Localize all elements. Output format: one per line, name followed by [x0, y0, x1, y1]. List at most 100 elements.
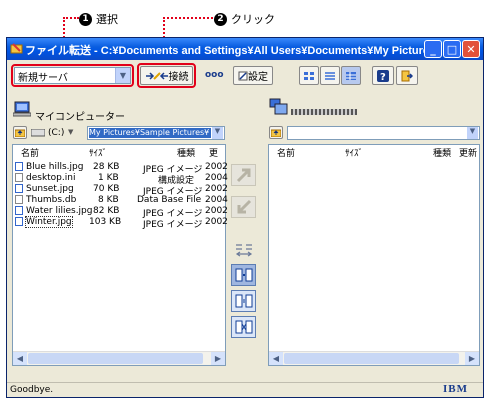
exit-button[interactable] [396, 66, 418, 85]
svg-text:?: ? [380, 72, 386, 82]
compare-button[interactable] [231, 238, 256, 260]
step1-callout: 1 選択 [79, 11, 118, 27]
file-size: 28 KB [93, 162, 120, 172]
settings-label: 設定 [248, 72, 268, 83]
sync-right-icon [235, 294, 252, 308]
drive-icon [31, 129, 45, 137]
file-date: 2002 [205, 162, 228, 172]
step2-callout: 2 クリック [214, 11, 275, 27]
up-folder-icon [15, 129, 25, 137]
file-name: Blue hills.jpg [26, 162, 84, 172]
maximize-button[interactable]: □ [443, 40, 461, 58]
col-date[interactable]: 更 [209, 146, 218, 159]
path-chevron-icon[interactable]: ▼ [467, 127, 478, 139]
file-size: 103 KB [89, 217, 122, 227]
scroll-thumb[interactable] [28, 353, 203, 364]
step1-label: 選択 [96, 13, 118, 26]
scroll-left-icon[interactable]: ◀ [269, 352, 283, 365]
file-date: 2004 [205, 195, 228, 205]
col-size[interactable]: ｻｲｽﾞ [89, 146, 107, 159]
file-size: 1 KB [98, 173, 119, 183]
file-name: desktop.ini [26, 173, 76, 183]
window-title: ファイル転送 - C:¥Documents and Settings¥All U… [25, 45, 430, 57]
col-type[interactable]: 種類 [433, 146, 451, 159]
col-date[interactable]: 更新 [459, 146, 477, 159]
view-large-icons-button[interactable] [299, 66, 319, 85]
help-button[interactable]: ? [372, 66, 394, 85]
step1-leader-h [63, 17, 79, 19]
sync-both-icon [235, 320, 252, 334]
file-row[interactable]: desktop.ini 1 KB 構成設定 2004 [15, 173, 228, 186]
left-up-folder-button[interactable] [13, 126, 27, 139]
right-up-folder-button[interactable] [269, 126, 283, 139]
download-button[interactable] [231, 196, 256, 218]
file-size: 82 KB [93, 206, 120, 216]
file-row[interactable]: Water lilies.jpg 82 KB JPEG イメージ 2002 [15, 206, 228, 219]
col-name[interactable]: 名前 [277, 146, 295, 159]
view-details-button[interactable] [341, 66, 361, 85]
status-text: Goodbye. [10, 385, 54, 395]
file-name: Thumbs.db [26, 195, 77, 205]
list-view-icon [325, 71, 335, 80]
file-row[interactable]: Sunset.jpg 70 KB JPEG イメージ 2002 [15, 184, 228, 197]
file-date: 2002 [205, 217, 228, 227]
left-path-value: My Pictures¥Sample Pictures¥ [89, 128, 211, 138]
drive-chevron-icon[interactable]: ▼ [68, 128, 73, 136]
right-hscrollbar[interactable]: ◀ ▶ [269, 351, 479, 365]
scroll-right-icon[interactable]: ▶ [211, 352, 225, 365]
image-file-icon [15, 162, 23, 171]
image-file-icon [15, 217, 23, 226]
right-path-field[interactable]: ▼ [287, 126, 480, 140]
arrow-downleft-icon [237, 199, 251, 214]
col-type[interactable]: 種類 [177, 146, 195, 159]
scroll-thumb[interactable] [284, 353, 459, 364]
up-folder-icon [271, 129, 281, 137]
left-hscrollbar[interactable]: ◀ ▶ [13, 351, 225, 365]
view-list-button[interactable] [320, 66, 340, 85]
server-name-redacted [291, 109, 357, 115]
scroll-right-icon[interactable]: ▶ [465, 352, 479, 365]
col-size[interactable]: ｻｲｽﾞ [345, 146, 363, 159]
file-date: 2002 [205, 206, 228, 216]
highlight-server [11, 64, 134, 87]
database-file-icon [15, 195, 23, 204]
sync-left-icon [235, 268, 252, 282]
file-name: Sunset.jpg [26, 184, 74, 194]
file-name: Water lilies.jpg [26, 206, 93, 216]
settings-button[interactable]: 設定 [233, 66, 273, 85]
details-view-icon [346, 71, 356, 80]
left-path-field[interactable]: My Pictures¥Sample Pictures¥ ▼ [87, 126, 225, 140]
step2-label: クリック [231, 13, 275, 26]
highlight-connect [137, 63, 196, 88]
sync-both-button[interactable] [231, 316, 256, 338]
file-date: 2002 [205, 184, 228, 194]
minimize-button[interactable]: _ [424, 40, 442, 58]
file-row[interactable]: Thumbs.db 8 KB Data Base File 2004 [15, 195, 228, 206]
sync-left-button[interactable] [231, 264, 256, 286]
file-date: 2004 [205, 173, 228, 183]
file-type: Data Base File [137, 195, 202, 205]
title-bar[interactable]: ファイル転送 - C:¥Documents and Settings¥All U… [7, 38, 483, 60]
file-size: 70 KB [93, 184, 120, 194]
help-icon: ? [377, 69, 389, 82]
scroll-left-icon[interactable]: ◀ [13, 352, 27, 365]
large-icons-icon [304, 71, 314, 80]
my-computer-icon [13, 101, 31, 117]
upload-button[interactable] [231, 164, 256, 186]
file-transfer-window: ファイル転送 - C:¥Documents and Settings¥All U… [6, 37, 484, 398]
file-size: 8 KB [98, 195, 119, 205]
image-file-icon [15, 184, 23, 193]
settings-icon [238, 71, 248, 80]
settings-file-icon [15, 173, 23, 182]
exit-icon [401, 70, 413, 81]
status-bar: Goodbye. IBM [7, 382, 483, 397]
arrow-upright-icon [236, 168, 250, 183]
path-chevron-icon[interactable]: ▼ [212, 127, 223, 139]
file-row[interactable]: Winter.jpg 103 KB JPEG イメージ 2002 [15, 216, 228, 230]
status-dots: ooo [205, 70, 224, 80]
close-button[interactable]: ✕ [462, 40, 480, 58]
sync-right-button[interactable] [231, 290, 256, 312]
file-row[interactable]: Blue hills.jpg 28 KB JPEG イメージ 2002 [15, 162, 228, 175]
col-name[interactable]: 名前 [21, 146, 39, 159]
toolbar: ▼ 接続 ooo 設定 [7, 60, 483, 92]
